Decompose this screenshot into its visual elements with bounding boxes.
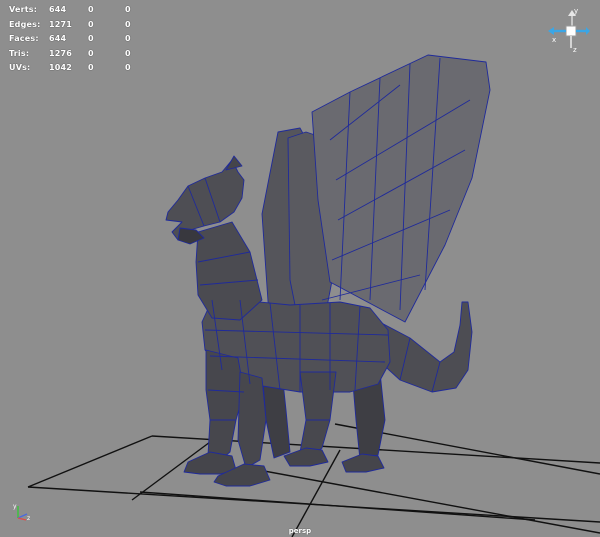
hud-row-uvs: UVs: 1042 0 0 [9, 61, 149, 76]
view-cube-face[interactable] [565, 25, 577, 37]
hud-value: 1276 [49, 48, 73, 58]
hud-label: UVs: [9, 63, 31, 73]
view-cube-z-label: z [573, 46, 577, 54]
hud-value: 0 [88, 48, 94, 58]
hud-value: 0 [125, 34, 131, 44]
view-cube-icon[interactable]: y x z [548, 4, 590, 56]
hud-label: Faces: [9, 34, 39, 44]
hud-row-edges: Edges: 1271 0 0 [9, 18, 149, 33]
hud-value: 644 [49, 5, 67, 14]
far-hind-foot[interactable] [341, 453, 385, 473]
axis-z-line [17, 513, 28, 519]
hud-value: 1042 [49, 63, 73, 73]
hud-value: 0 [125, 19, 131, 29]
hud-value: 0 [88, 63, 94, 73]
grid-line [27, 435, 153, 488]
view-cube-y-label: y [574, 7, 578, 15]
dragon-neck[interactable] [195, 221, 263, 321]
hud-value: 0 [88, 19, 94, 29]
view-cube-x-label: x [552, 36, 556, 44]
hud-row-faces: Faces: 644 0 0 [9, 32, 149, 47]
hud-value: 1271 [49, 19, 73, 29]
grid-line [139, 491, 536, 521]
hud-value: 0 [125, 63, 131, 73]
hud-row-verts: Verts: 644 0 0 [9, 3, 149, 18]
front-leg-two[interactable] [237, 371, 267, 469]
near-hind-leg[interactable] [299, 371, 337, 457]
hud-label: Verts: [9, 5, 38, 14]
axis-x-line [17, 517, 27, 521]
view-cube-right-arrow[interactable] [586, 27, 590, 35]
hud-value: 0 [125, 5, 131, 14]
persp-viewport[interactable]: Verts: 644 0 0 Edges: 1271 0 0 Faces: 64… [0, 0, 600, 537]
near-hind-foot[interactable] [283, 447, 329, 467]
grid-line [247, 467, 600, 534]
axis-y-label: y [13, 503, 17, 510]
hud-value: 644 [49, 34, 67, 44]
axis-z-label: z [27, 515, 30, 522]
hud-label: Tris: [9, 48, 30, 58]
view-cube-left-arrow[interactable] [548, 27, 554, 35]
hud-row-tris: Tris: 1276 0 0 [9, 47, 149, 62]
hud-value: 0 [88, 34, 94, 44]
viewport-scene[interactable] [0, 0, 600, 537]
near-front-leg[interactable] [205, 349, 245, 463]
hud-value: 0 [125, 48, 131, 58]
axis-gizmo-icon: y z [13, 503, 30, 522]
camera-name-label: persp [288, 527, 312, 535]
hud-value: 0 [88, 5, 94, 14]
dragon-mesh[interactable] [165, 54, 491, 487]
heads-up-display: Verts: 644 0 0 Edges: 1271 0 0 Faces: 64… [9, 3, 149, 76]
dragon-horn[interactable] [225, 155, 243, 171]
hud-label: Edges: [9, 19, 41, 29]
